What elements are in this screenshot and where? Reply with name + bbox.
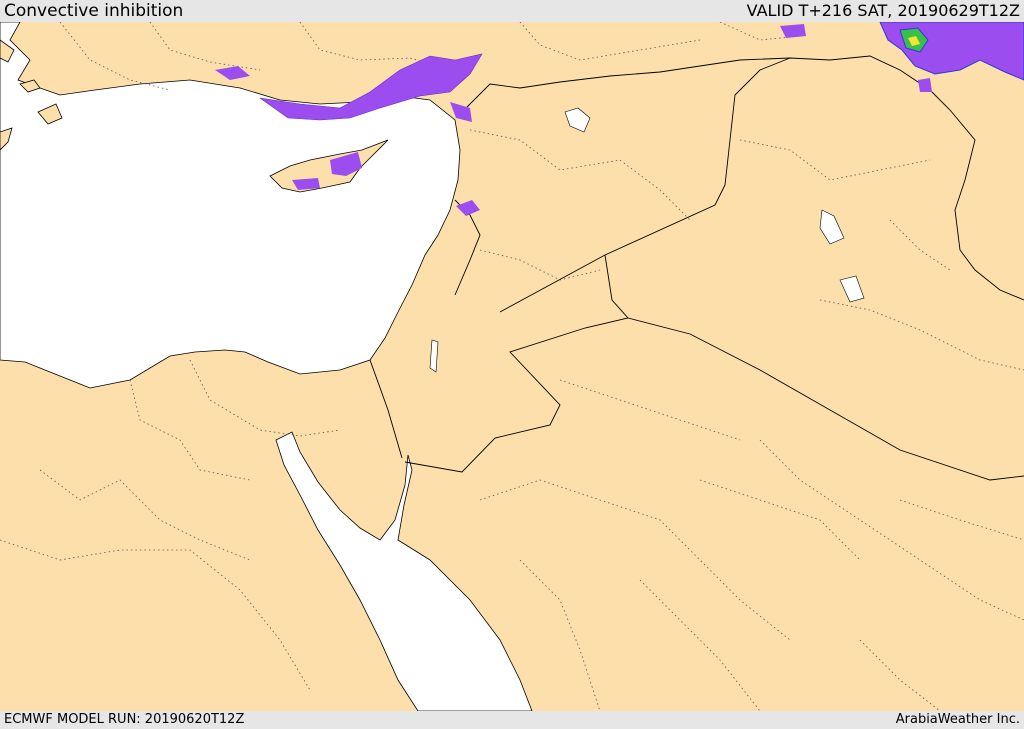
valid-time: VALID T+216 SAT, 20190629T12Z — [746, 1, 1020, 20]
map-title: Convective inhibition — [4, 1, 184, 21]
map-frame: Convective inhibition VALID T+216 SAT, 2… — [0, 0, 1024, 729]
model-run: ECMWF MODEL RUN: 20190620T12Z — [4, 712, 245, 727]
footer-bar: ECMWF MODEL RUN: 20190620T12Z ArabiaWeat… — [0, 711, 1024, 729]
cin-area-iran-north — [918, 78, 932, 92]
forecast-map — [0, 22, 1024, 711]
header-bar: Convective inhibition VALID T+216 SAT, 2… — [0, 0, 1024, 22]
credit: ArabiaWeather Inc. — [895, 712, 1020, 727]
